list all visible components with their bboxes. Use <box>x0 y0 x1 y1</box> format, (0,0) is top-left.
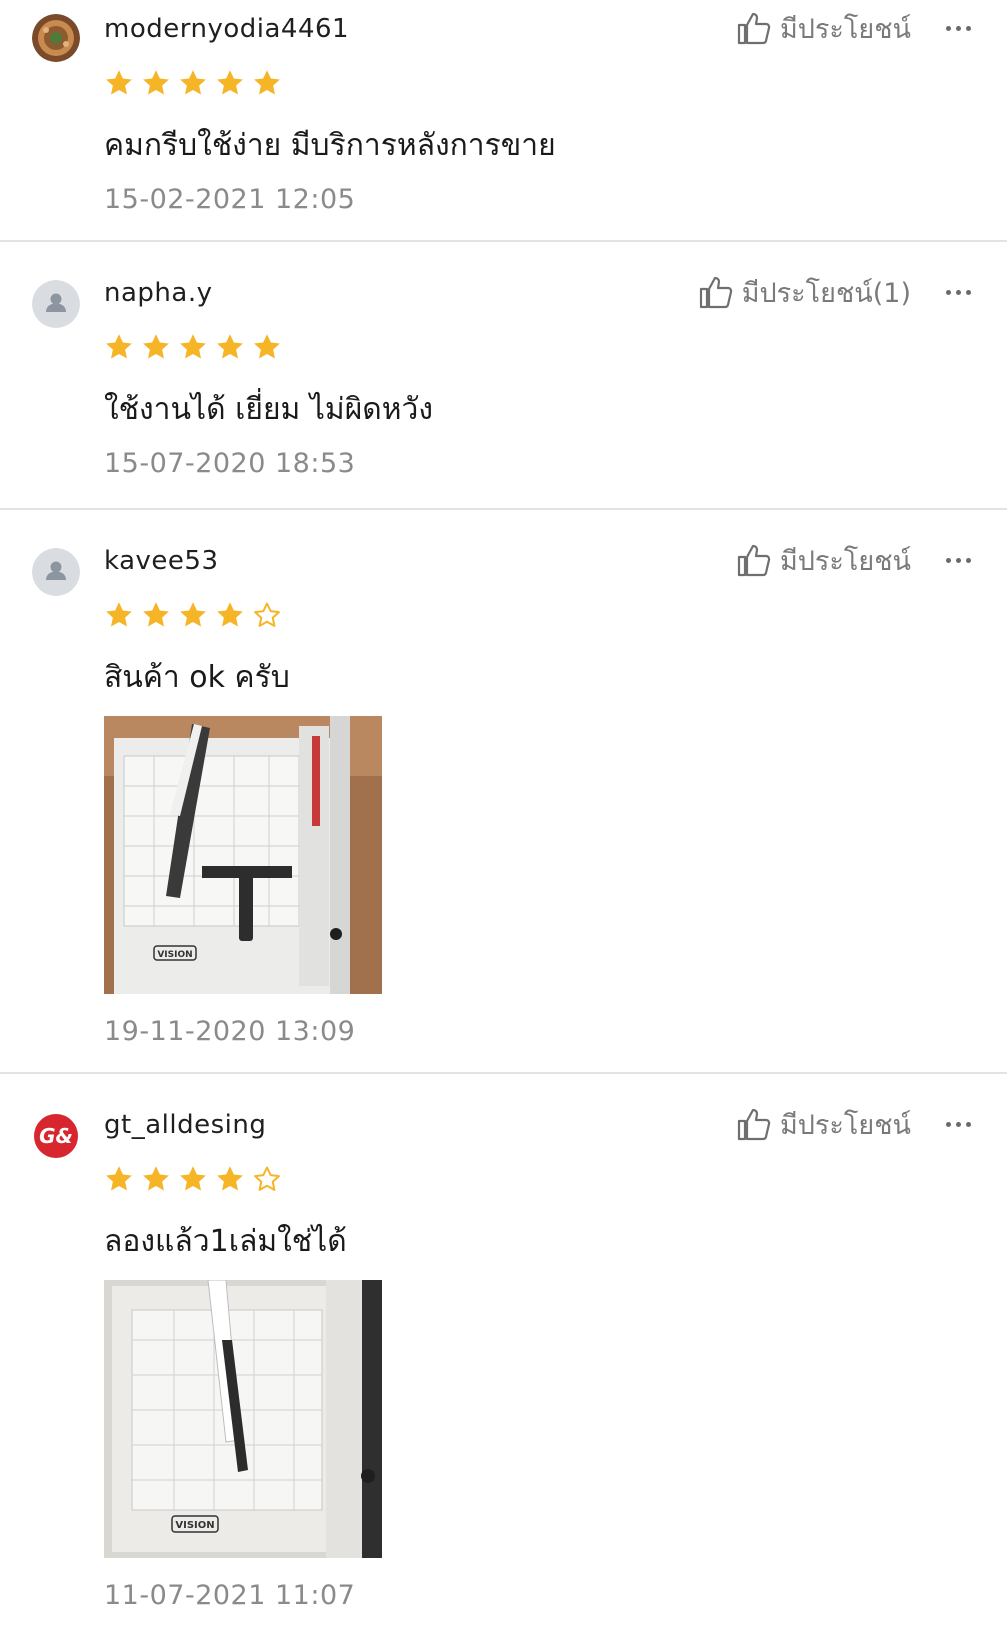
review-comment: ใช้งานได้ เยี่ยม ไม่ผิดหวัง <box>104 392 434 427</box>
avatar[interactable] <box>32 280 80 328</box>
username[interactable]: napha.y <box>104 278 212 308</box>
review-timestamp: 11-07-2021 11:07 <box>104 1580 356 1611</box>
star-filled-icon <box>104 600 134 630</box>
photo-brand-text: VISION <box>175 1520 214 1531</box>
more-options-button[interactable] <box>946 287 976 299</box>
review-photo[interactable]: VISION <box>104 716 382 994</box>
more-options-button[interactable] <box>946 555 976 567</box>
star-empty-icon <box>252 600 282 630</box>
star-filled-icon <box>104 332 134 362</box>
more-options-button[interactable] <box>946 23 976 35</box>
username[interactable]: gt_alldesing <box>104 1110 266 1140</box>
helpful-button[interactable]: มีประโยชน์ <box>736 540 911 580</box>
review-item: kavee53 สินค้า ok ครับ VISION 19-11-2020… <box>0 510 1007 1072</box>
star-filled-icon <box>215 1164 245 1194</box>
avatar[interactable]: G& <box>32 1112 80 1160</box>
star-filled-icon <box>215 68 245 98</box>
username[interactable]: modernyodia4461 <box>104 14 349 44</box>
thumbs-up-icon <box>736 1106 772 1142</box>
review-item: napha.y ใช้งานได้ เยี่ยม ไม่ผิดหวัง 15-0… <box>0 242 1007 508</box>
star-filled-icon <box>141 332 171 362</box>
star-filled-icon <box>215 600 245 630</box>
paper-cutter-photo: VISION <box>104 716 382 994</box>
helpful-label: มีประโยชน์ <box>779 1109 911 1141</box>
star-filled-icon <box>104 68 134 98</box>
star-empty-icon <box>252 1164 282 1194</box>
rating-stars <box>104 332 282 362</box>
helpful-button[interactable]: มีประโยชน์(1) <box>698 272 911 312</box>
default-avatar-icon <box>32 280 80 328</box>
star-filled-icon <box>178 332 208 362</box>
review-item: modernyodia4461 คมกรีบใช้ง่าย มีบริการหล… <box>0 0 1007 240</box>
star-filled-icon <box>178 68 208 98</box>
photo-brand-text: VISION <box>157 950 192 960</box>
review-comment: ลองแล้ว1เล่มใช่ได้ <box>104 1224 347 1259</box>
star-filled-icon <box>178 600 208 630</box>
star-filled-icon <box>252 332 282 362</box>
review-timestamp: 19-11-2020 13:09 <box>104 1016 356 1047</box>
paper-cutter-photo: VISION <box>104 1280 382 1558</box>
helpful-label: มีประโยชน์ <box>779 13 911 45</box>
star-filled-icon <box>215 332 245 362</box>
default-avatar-icon <box>32 548 80 596</box>
helpful-label: มีประโยชน์ <box>779 545 911 577</box>
helpful-button[interactable]: มีประโยชน์ <box>736 8 911 48</box>
review-item: G& gt_alldesing ลองแล้ว1เล่มใช่ได้ VISIO… <box>0 1074 1007 1627</box>
avatar[interactable] <box>32 548 80 596</box>
rating-stars <box>104 600 282 630</box>
star-filled-icon <box>141 68 171 98</box>
thumbs-up-icon <box>698 274 734 310</box>
star-filled-icon <box>178 1164 208 1194</box>
thumbs-up-icon <box>736 542 772 578</box>
helpful-button[interactable]: มีประโยชน์ <box>736 1104 911 1144</box>
more-options-button[interactable] <box>946 1119 976 1131</box>
helpful-label: มีประโยชน์(1) <box>741 277 911 309</box>
rating-stars <box>104 1164 282 1194</box>
review-comment: คมกรีบใช้ง่าย มีบริการหลังการขาย <box>104 128 556 163</box>
review-timestamp: 15-07-2020 18:53 <box>104 448 356 479</box>
star-filled-icon <box>141 1164 171 1194</box>
avatar[interactable] <box>32 14 80 62</box>
thumbs-up-icon <box>736 10 772 46</box>
star-filled-icon <box>104 1164 134 1194</box>
review-photo[interactable]: VISION <box>104 1280 382 1558</box>
review-comment: สินค้า ok ครับ <box>104 660 290 695</box>
svg-text:G&: G& <box>39 1124 73 1148</box>
star-filled-icon <box>252 68 282 98</box>
brand-logo-avatar: G& <box>32 1112 80 1160</box>
review-timestamp: 15-02-2021 12:05 <box>104 184 356 215</box>
star-filled-icon <box>141 600 171 630</box>
username[interactable]: kavee53 <box>104 546 219 576</box>
rating-stars <box>104 68 282 98</box>
avatar-image <box>32 14 80 62</box>
